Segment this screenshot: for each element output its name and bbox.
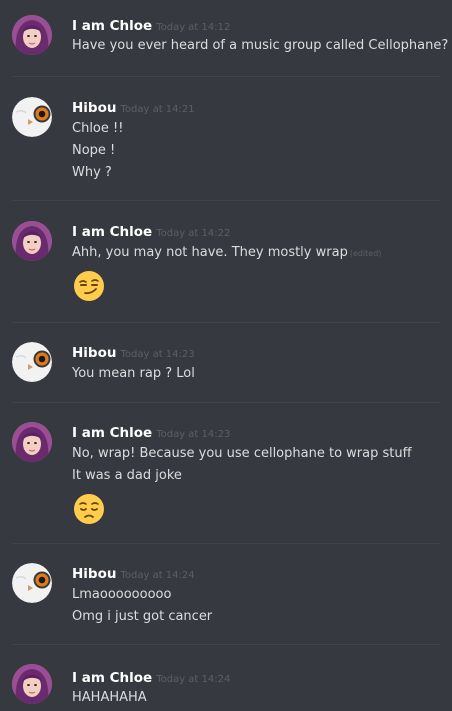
timestamp: Today at 14:24: [120, 570, 195, 581]
message-text: Omg i just got cancer: [72, 609, 213, 624]
message-divider: [12, 322, 440, 323]
message-divider: [12, 200, 440, 201]
message-text: You mean rap ? Lol: [72, 366, 195, 381]
message-text: Ahh, you may not have. They mostly wrap(…: [72, 245, 381, 260]
message-header: I am Chloe Today at 14:24: [72, 667, 230, 686]
message-text: Nope !: [72, 143, 116, 158]
message-text: HAHAHAHA: [72, 690, 147, 705]
message-header: I am Chloe Today at 14:23: [72, 422, 230, 441]
message-text-content: Ahh, you may not have. They mostly wrap: [72, 245, 348, 260]
owl-avatar[interactable]: [12, 97, 52, 137]
message-divider: [12, 543, 440, 544]
message-header: Hibou Today at 14:23: [72, 342, 195, 361]
message-text: Have you ever heard of a music group cal…: [72, 38, 449, 53]
smirking-face-emoji[interactable]: [73, 270, 105, 302]
timestamp: Today at 14:23: [120, 349, 195, 360]
author-name[interactable]: I am Chloe: [72, 425, 152, 441]
message-header: Hibou Today at 14:24: [72, 563, 195, 582]
message-divider: [12, 402, 440, 403]
author-name[interactable]: Hibou: [72, 345, 116, 361]
message-text: It was a dad joke: [72, 468, 182, 483]
message-text: No, wrap! Because you use cellophane to …: [72, 446, 412, 461]
author-name[interactable]: I am Chloe: [72, 224, 152, 240]
edited-label: (edited): [349, 249, 382, 258]
author-name[interactable]: Hibou: [72, 566, 116, 582]
message-header: I am Chloe Today at 14:22: [72, 221, 230, 240]
author-name[interactable]: I am Chloe: [72, 670, 152, 686]
message-text: Lmaooooooooo: [72, 587, 172, 602]
chloe-avatar[interactable]: [12, 422, 52, 462]
timestamp: Today at 14:23: [156, 429, 231, 440]
message-header: I am Chloe Today at 14:12: [72, 15, 230, 34]
timestamp: Today at 14:21: [120, 104, 195, 115]
chloe-avatar[interactable]: [12, 15, 52, 55]
timestamp: Today at 14:22: [156, 228, 231, 239]
owl-avatar[interactable]: [12, 342, 52, 382]
owl-avatar[interactable]: [12, 563, 52, 603]
message-divider: [12, 644, 440, 645]
chloe-avatar[interactable]: [12, 664, 52, 704]
chloe-avatar[interactable]: [12, 221, 52, 261]
message-text: Chloe !!: [72, 121, 124, 136]
timestamp: Today at 14:12: [156, 22, 231, 33]
author-name[interactable]: I am Chloe: [72, 18, 152, 34]
pensive-face-emoji[interactable]: [73, 493, 105, 525]
message-divider: [12, 76, 440, 77]
timestamp: Today at 14:24: [156, 674, 231, 685]
message-header: Hibou Today at 14:21: [72, 97, 195, 116]
author-name[interactable]: Hibou: [72, 100, 116, 116]
message-text: Why ?: [72, 165, 112, 180]
